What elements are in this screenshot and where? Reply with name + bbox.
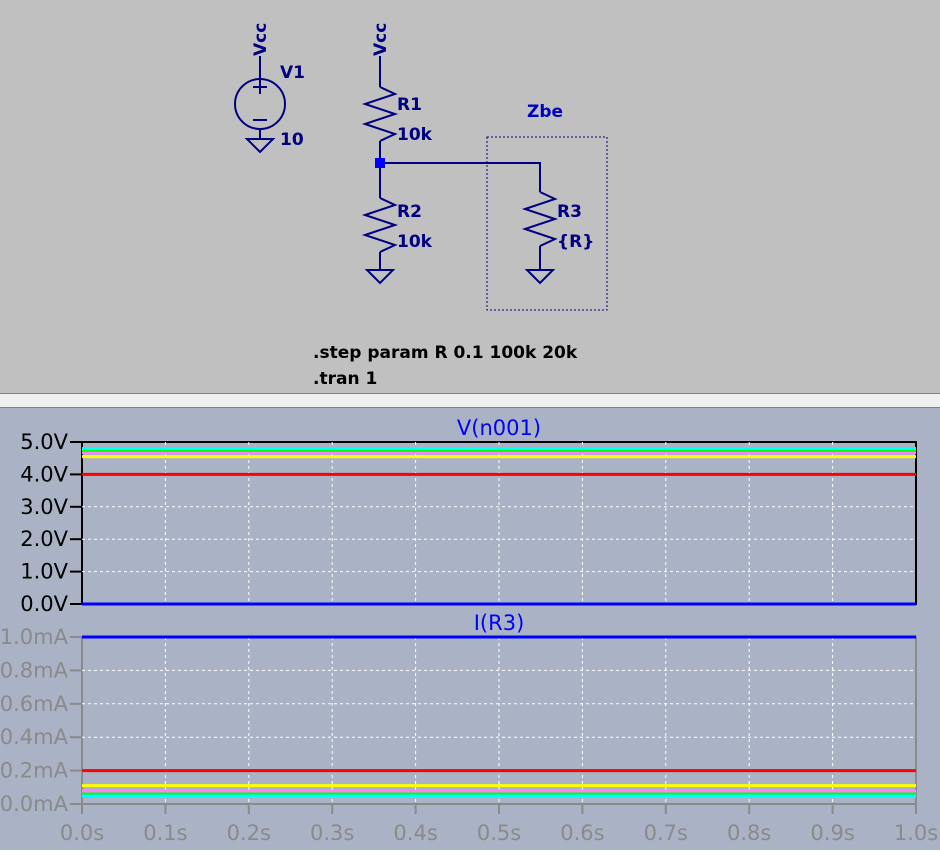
voltage-source-v1[interactable] — [234, 56, 286, 154]
plot-v-n001[interactable]: 5.0V 4.0V 3.0V 2.0V 1.0V 0.0V V(n001) — [20, 416, 917, 616]
y-tick-label-v: 0.0V — [20, 592, 68, 616]
v1-node-label: Vcc — [251, 23, 271, 56]
y-tick-label-i: 0.8mA — [0, 658, 69, 682]
r2-name: R2 — [397, 202, 422, 222]
pane-splitter[interactable] — [0, 393, 940, 408]
y-axis-i: 1.0mA 0.8mA 0.6mA 0.4mA 0.2mA 0.0mA — [0, 625, 82, 816]
x-tick-label: 0.0s — [60, 821, 104, 845]
y-tick-label-i: 0.6mA — [0, 692, 69, 716]
resistor-r2[interactable] — [361, 197, 399, 285]
y-tick-label-i: 0.2mA — [0, 759, 69, 783]
y-tick-label-v: 4.0V — [20, 462, 68, 486]
v1-name: V1 — [280, 63, 305, 83]
y-tick-label-v: 5.0V — [20, 430, 68, 454]
x-tick-label: 0.8s — [727, 821, 771, 845]
grid-i — [82, 637, 916, 804]
x-tick-label: 0.5s — [477, 821, 521, 845]
plot-title-v[interactable]: V(n001) — [457, 416, 541, 440]
x-tick-label: 1.0s — [894, 821, 938, 845]
y-tick-label-v: 1.0V — [20, 560, 68, 584]
waveform-canvas[interactable]: 5.0V 4.0V 3.0V 2.0V 1.0V 0.0V V(n001) 1.0mA 0.… — [0, 408, 940, 850]
x-tick-label: 0.7s — [644, 821, 688, 845]
schematic-canvas[interactable]: Vcc V1 10 Vcc R1 10k R2 10k R3 {R} Zbe .… — [0, 0, 940, 393]
wire-n001[interactable] — [380, 162, 541, 192]
y-tick-label-i: 0.4mA — [0, 725, 69, 749]
step-directive[interactable]: .step param R 0.1 100k 20k — [313, 343, 578, 363]
waveform-viewer[interactable]: 5.0V 4.0V 3.0V 2.0V 1.0V 0.0V V(n001) 1.0mA 0.… — [0, 408, 940, 850]
y-tick-label-v: 3.0V — [20, 495, 68, 519]
y-tick-label-i: 0.0mA — [0, 792, 69, 816]
x-tick-label: 0.3s — [310, 821, 354, 845]
tran-directive[interactable]: .tran 1 — [313, 369, 377, 389]
y-tick-label-v: 2.0V — [20, 527, 68, 551]
r1-name: R1 — [397, 95, 422, 115]
grid-v — [82, 442, 916, 604]
junction-dot — [375, 158, 385, 168]
r1-value: 10k — [397, 125, 433, 145]
plot-i-r3[interactable]: 1.0mA 0.8mA 0.6mA 0.4mA 0.2mA 0.0mA I(R3) — [0, 611, 917, 816]
x-axis: 0.0s 0.1s 0.2s 0.3s 0.4s 0.5s 0.6s 0.7s 0.8s 0.9s… — [60, 804, 938, 845]
plot-title-i[interactable]: I(R3) — [474, 611, 525, 635]
r2-value: 10k — [397, 232, 433, 252]
x-tick-label: 0.6s — [560, 821, 604, 845]
x-tick-label: 0.2s — [227, 821, 271, 845]
resistor-r3[interactable] — [521, 191, 559, 285]
r3-name: R3 — [557, 202, 582, 222]
r3-value: {R} — [557, 232, 594, 252]
y-tick-label-i: 1.0mA — [0, 625, 69, 649]
zbe-label: Zbe — [527, 102, 563, 122]
x-tick-label: 0.9s — [810, 821, 854, 845]
x-tick-label: 0.1s — [143, 821, 187, 845]
x-tick-label: 0.4s — [393, 821, 437, 845]
r1-supply-label: Vcc — [371, 23, 391, 56]
v1-value: 10 — [280, 130, 304, 150]
y-axis-v: 5.0V 4.0V 3.0V 2.0V 1.0V 0.0V — [20, 430, 82, 616]
schematic-editor[interactable]: Vcc V1 10 Vcc R1 10k R2 10k R3 {R} Zbe .… — [0, 0, 940, 393]
resistor-r1[interactable] — [361, 56, 399, 198]
